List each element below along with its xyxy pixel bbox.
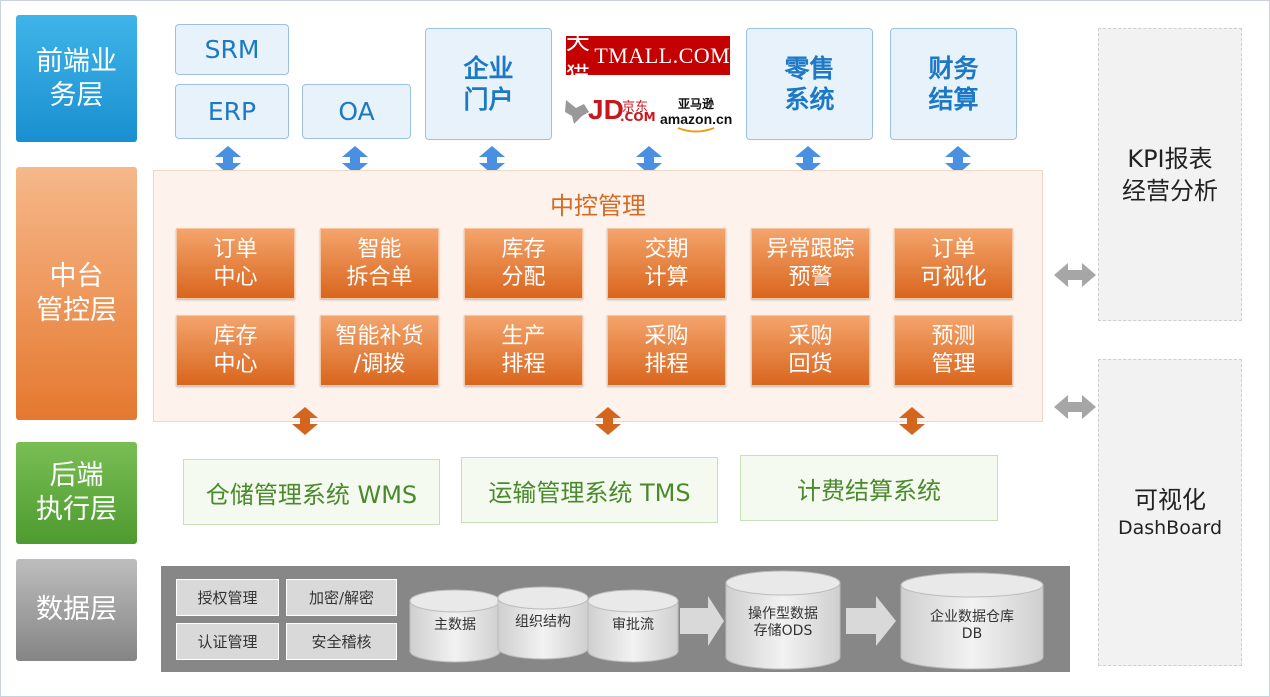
label-ods: 操作型数据 存储ODS xyxy=(748,606,818,639)
label-approval-flow: 审批流 xyxy=(612,616,654,633)
dashboard-panel: 可视化 DashBoard xyxy=(1098,359,1242,666)
flow-arrow-icon xyxy=(846,596,896,646)
label-master-data: 主数据 xyxy=(434,616,476,633)
flow-arrow-icon xyxy=(680,596,724,646)
label-data-warehouse: 企业数据仓库 DB xyxy=(930,609,1014,642)
kpi-report-panel: KPI报表 经营分析 xyxy=(1098,28,1242,321)
label-org-structure: 组织结构 xyxy=(515,613,571,630)
data-storage-graphics xyxy=(409,570,1044,670)
dashboard-title-cn: 可视化 xyxy=(1134,485,1206,514)
dashboard-title-en: DashBoard xyxy=(1117,516,1223,539)
